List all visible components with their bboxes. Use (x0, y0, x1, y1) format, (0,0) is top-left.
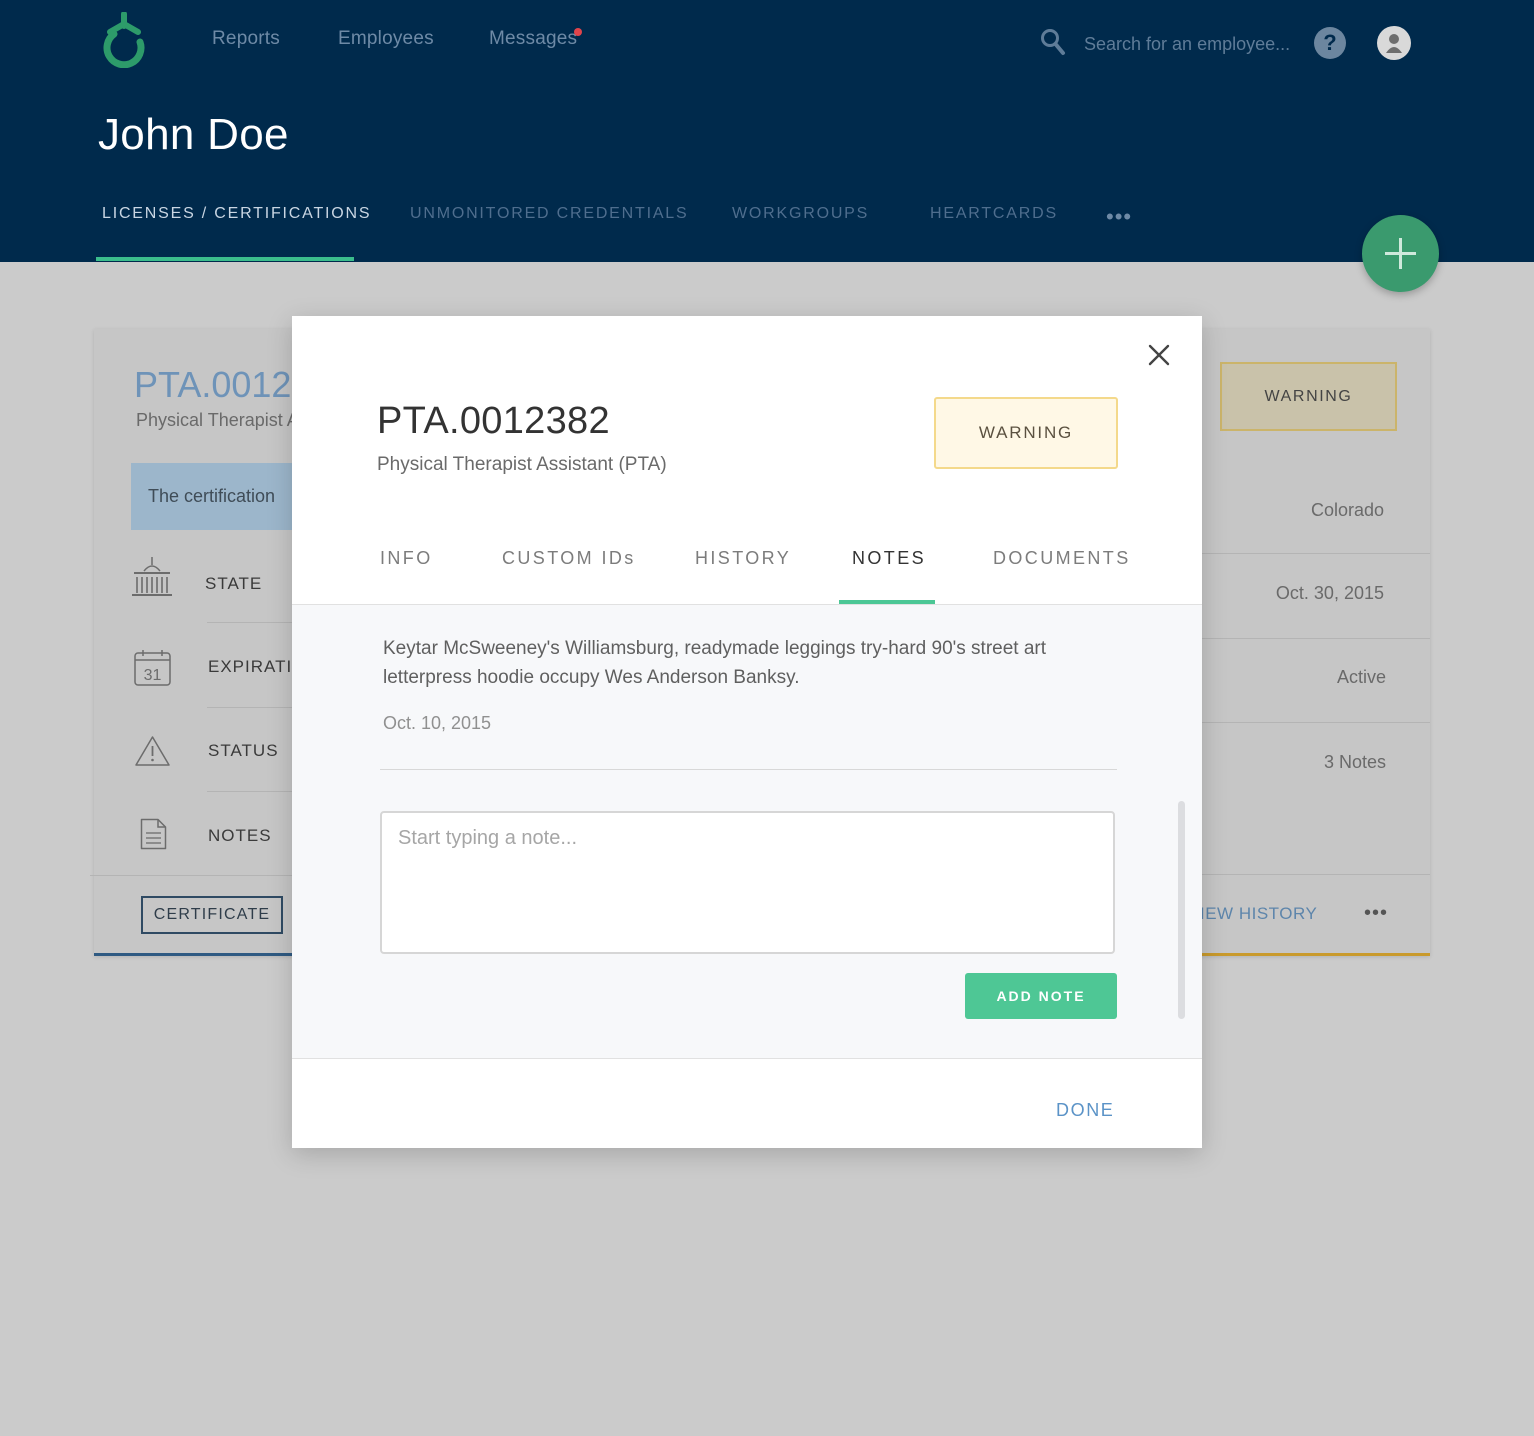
row-value-notes[interactable]: 3 Notes (1200, 752, 1386, 773)
user-silhouette-icon (1386, 34, 1402, 53)
add-credential-button[interactable] (1362, 215, 1439, 292)
note-input[interactable] (380, 811, 1115, 954)
certificate-button[interactable]: CERTIFICATE (141, 896, 283, 934)
active-tab-indicator (96, 257, 354, 261)
row-label-status: STATUS (208, 741, 279, 760)
note-date: Oct. 10, 2015 (383, 713, 492, 733)
row-value-state: Colorado (1310, 500, 1384, 520)
row-divider (207, 707, 292, 708)
row-divider (1200, 722, 1430, 723)
row-divider (1200, 638, 1430, 639)
done-button[interactable]: DONE (1056, 1100, 1114, 1121)
tab-custom-ids[interactable]: CUSTOM IDs (502, 548, 636, 569)
notes-scrollbar[interactable] (1178, 801, 1185, 1019)
warning-icon (135, 736, 170, 766)
tab-heartcards[interactable]: HEARTCARDS (930, 205, 1058, 223)
calendar-icon: 31 (134, 650, 171, 686)
view-history-link[interactable]: IEW HISTORY (1200, 904, 1317, 924)
card-more-icon[interactable]: ••• (1364, 902, 1388, 925)
row-label-expiration: EXPIRATI (208, 657, 293, 676)
add-note-button[interactable]: ADD NOTE (965, 973, 1117, 1019)
card-accent-bar (94, 953, 294, 956)
note-text: Keytar McSweeney's Williamsburg, readyma… (383, 638, 1047, 688)
close-icon[interactable] (1144, 340, 1174, 370)
document-icon (140, 818, 167, 850)
calendar-day-text: 31 (144, 667, 162, 684)
search-icon[interactable] (1040, 28, 1066, 56)
card-status-badge: WARNING (1220, 362, 1397, 431)
card-footer-divider (1200, 874, 1430, 875)
modal-title: PTA.0012382 (377, 400, 610, 442)
unread-indicator (574, 28, 582, 36)
nav-reports[interactable]: Reports (212, 28, 280, 50)
capitol-icon (132, 557, 172, 596)
card-alert-text: The certification (148, 486, 276, 506)
tab-documents[interactable]: DOCUMENTS (993, 548, 1131, 569)
help-icon[interactable]: ? (1314, 27, 1346, 59)
row-label-notes: NOTES (208, 826, 272, 845)
card-title[interactable]: PTA.00123 (134, 364, 311, 406)
nav-employees[interactable]: Employees (338, 28, 434, 50)
card-subtitle: Physical Therapist A (136, 410, 299, 430)
app-logo-icon[interactable] (100, 12, 150, 68)
tab-notes[interactable]: NOTES (852, 548, 926, 569)
row-divider (1200, 553, 1430, 554)
status-badge: WARNING (934, 397, 1118, 469)
row-label-state: STATE (205, 574, 263, 593)
row-divider (207, 791, 292, 792)
nav-messages[interactable]: Messages (489, 28, 577, 50)
tab-info[interactable]: INFO (380, 548, 433, 569)
app-header: Reports Employees Messages ? John Doe LI… (0, 0, 1534, 262)
tab-unmonitored-credentials[interactable]: UNMONITORED CREDENTIALS (410, 205, 688, 223)
row-value-status: Active (1336, 667, 1386, 687)
tab-history[interactable]: HISTORY (695, 548, 791, 569)
card-footer-divider (90, 875, 292, 876)
footer-divider (292, 1058, 1202, 1059)
tab-licenses-certifications[interactable]: LICENSES / CERTIFICATIONS (102, 205, 371, 223)
row-value-expiration: Oct. 30, 2015 (1275, 583, 1384, 603)
note-divider (380, 769, 1117, 770)
user-avatar[interactable] (1377, 26, 1411, 60)
tab-workgroups[interactable]: WORKGROUPS (732, 205, 869, 223)
more-tabs-icon[interactable]: ••• (1106, 204, 1132, 230)
row-divider (207, 622, 292, 623)
modal-subtitle: Physical Therapist Assistant (PTA) (377, 454, 667, 475)
credential-modal: PTA.0012382 Physical Therapist Assistant… (292, 316, 1202, 1148)
card-warning-bar (1200, 953, 1430, 956)
page-title: John Doe (98, 110, 289, 159)
employee-search-input[interactable] (1084, 30, 1294, 58)
